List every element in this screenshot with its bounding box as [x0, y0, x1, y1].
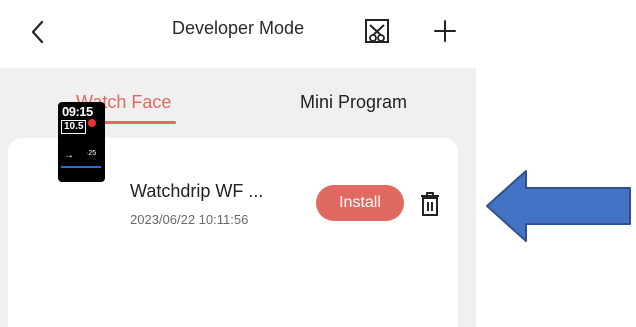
thumbnail-graph-line [61, 166, 101, 168]
trash-icon [421, 192, 439, 216]
header: Developer Mode [0, 0, 476, 66]
plus-icon [434, 20, 456, 42]
page-title: Developer Mode [172, 18, 305, 38]
heart-icon [88, 119, 96, 127]
install-button[interactable]: Install [316, 185, 404, 221]
watch-face-date: 2023/06/22 10:11:56 [130, 212, 249, 227]
tab-mini-program[interactable]: Mini Program [300, 92, 407, 113]
back-button[interactable] [22, 12, 52, 52]
watch-face-thumbnail[interactable]: 09:15 10.5 → ·25 [58, 102, 105, 182]
add-button[interactable] [430, 16, 460, 46]
watch-face-name: Watchdrip WF ... [130, 181, 264, 201]
scan-button[interactable] [362, 16, 392, 46]
delete-button[interactable] [418, 190, 442, 218]
thumbnail-trend: → [64, 150, 74, 161]
thumbnail-glucose: 10.5 [61, 120, 87, 134]
thumbnail-time: 09:15 [62, 104, 93, 119]
arrow-left-icon [486, 170, 631, 242]
thumbnail-detail: ·25 [86, 150, 97, 157]
scan-icon [365, 19, 389, 43]
chevron-left-icon [31, 20, 44, 44]
